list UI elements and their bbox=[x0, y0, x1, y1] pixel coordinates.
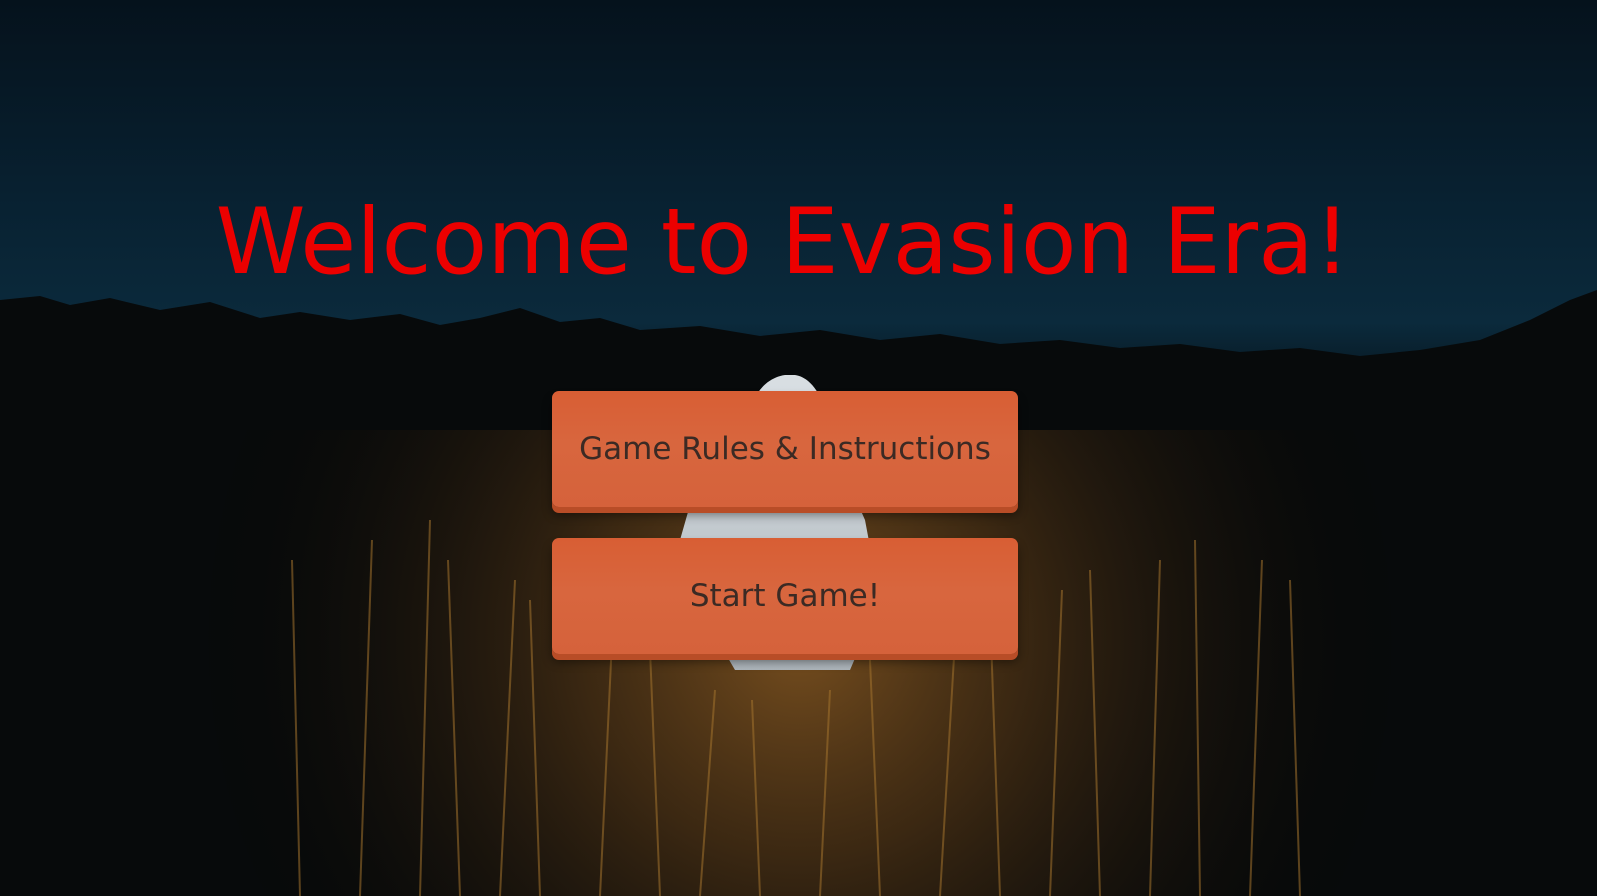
game-title: Welcome to Evasion Era! bbox=[215, 190, 1351, 295]
title-screen: Welcome to Evasion Era! Game Rules & Ins… bbox=[0, 0, 1597, 896]
rules-button[interactable]: Game Rules & Instructions bbox=[552, 391, 1018, 507]
start-game-button[interactable]: Start Game! bbox=[552, 538, 1018, 654]
